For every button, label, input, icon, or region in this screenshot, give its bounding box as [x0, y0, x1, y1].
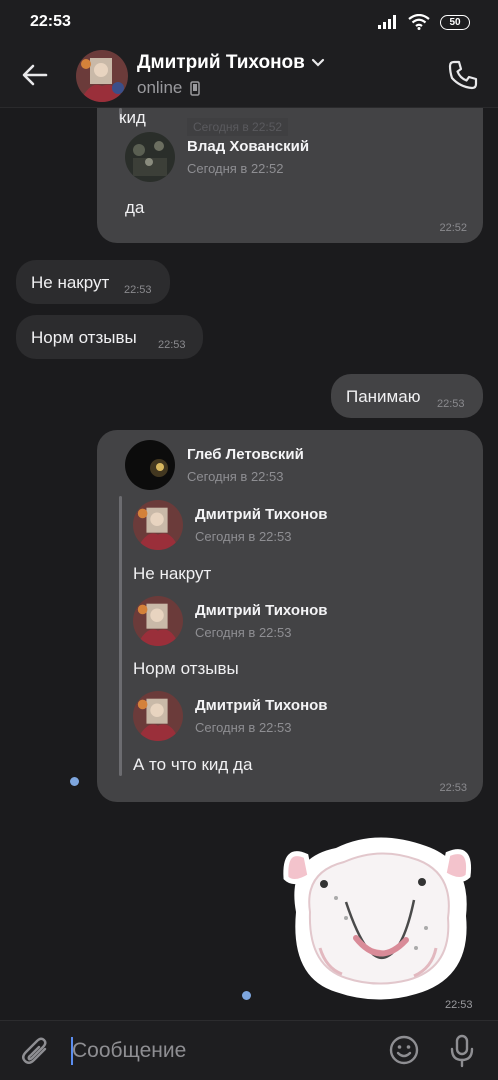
- message-text: Норм отзывы: [31, 328, 137, 347]
- message-text: А то что кид да: [133, 755, 253, 774]
- status-time: 22:53: [30, 13, 71, 30]
- avatar: [133, 500, 183, 550]
- message-text: Не накрут: [31, 273, 110, 292]
- message-text: да: [125, 198, 145, 217]
- message-bubble-incoming[interactable]: Не накрут 22:53: [16, 260, 170, 304]
- message-text: кид: [119, 108, 146, 127]
- forward-line: [119, 496, 122, 776]
- forward-date: Сегодня в 22:53: [195, 720, 292, 735]
- forward-date: Сегодня в 22:53: [195, 625, 292, 640]
- avatar[interactable]: [76, 50, 128, 102]
- message-time: 22:53: [124, 284, 152, 296]
- emoji-icon[interactable]: [388, 1034, 420, 1066]
- avatar: [125, 132, 175, 182]
- forward-author-name: Глеб Летовский: [187, 446, 304, 463]
- microphone-icon[interactable]: [448, 1034, 476, 1068]
- message-input[interactable]: [72, 1033, 362, 1069]
- back-arrow-icon[interactable]: [20, 60, 50, 90]
- message-time: 22:52: [439, 222, 467, 234]
- avatar: [125, 440, 175, 490]
- message-bubble-incoming[interactable]: Норм отзывы 22:53: [16, 315, 203, 359]
- mobile-icon: [190, 80, 201, 96]
- message-text: Панимаю: [346, 387, 421, 406]
- forward-author-name: Дмитрий Тихонов: [195, 697, 328, 714]
- forward-author[interactable]: Дмитрий Тихонов Сегодня в 22:53: [133, 596, 328, 646]
- avatar-image: [76, 50, 128, 102]
- message-time: 22:53: [445, 999, 473, 1011]
- forward-date: Сегодня в 22:53: [187, 469, 284, 484]
- message-composer: [0, 1020, 498, 1080]
- contact-name[interactable]: Дмитрий Тихонов: [137, 52, 325, 74]
- forward-author-name: Дмитрий Тихонов: [195, 602, 328, 619]
- chat-header: Дмитрий Тихонов online: [0, 44, 498, 108]
- message-time: 22:53: [437, 398, 465, 410]
- chevron-down-icon: [311, 58, 324, 67]
- phone-call-icon[interactable]: [446, 58, 480, 92]
- forward-date: Сегодня в 22:53: [195, 529, 292, 544]
- sheep-sticker-image: [283, 837, 472, 1000]
- online-status: online: [137, 78, 183, 97]
- contact-status: online: [137, 78, 201, 98]
- avatar: [133, 596, 183, 646]
- forward-author[interactable]: Влад Хованский Сегодня в 22:52: [125, 132, 309, 182]
- forward-author[interactable]: Дмитрий Тихонов Сегодня в 22:53: [133, 500, 328, 550]
- battery-icon: 50: [440, 14, 470, 30]
- unread-indicator: [242, 991, 251, 1000]
- battery-level: 50: [449, 16, 461, 28]
- avatar: [133, 691, 183, 741]
- message-time: 22:53: [158, 339, 186, 351]
- sticker-sheep[interactable]: [276, 828, 480, 1004]
- contact-name-text: Дмитрий Тихонов: [137, 52, 305, 73]
- forward-author[interactable]: Глеб Летовский Сегодня в 22:53: [125, 440, 304, 490]
- forward-author-name: Дмитрий Тихонов: [195, 506, 328, 523]
- message-time: 22:53: [439, 782, 467, 794]
- message-bubble-outgoing[interactable]: Панимаю 22:53: [331, 374, 483, 418]
- status-bar: 22:53 50: [0, 0, 498, 44]
- forward-date: Сегодня в 22:52: [187, 161, 284, 176]
- wifi-icon: [408, 14, 430, 30]
- message-bubble-forwarded-top[interactable]: кид Сегодня в 22:52 Влад Хованский Сегод…: [97, 108, 483, 243]
- forward-author-name: Влад Хованский: [187, 138, 310, 155]
- message-text: Норм отзывы: [133, 659, 239, 678]
- signal-icon: [378, 15, 396, 29]
- message-bubble-forwarded[interactable]: Глеб Летовский Сегодня в 22:53 Дмитрий Т…: [97, 430, 483, 802]
- status-icons: 50: [378, 14, 470, 30]
- forward-author[interactable]: Дмитрий Тихонов Сегодня в 22:53: [133, 691, 328, 741]
- paperclip-icon[interactable]: [20, 1035, 52, 1067]
- unread-indicator: [70, 777, 79, 786]
- message-list[interactable]: кид Сегодня в 22:52 Влад Хованский Сегод…: [0, 108, 498, 1020]
- message-text: Не накрут: [133, 564, 212, 583]
